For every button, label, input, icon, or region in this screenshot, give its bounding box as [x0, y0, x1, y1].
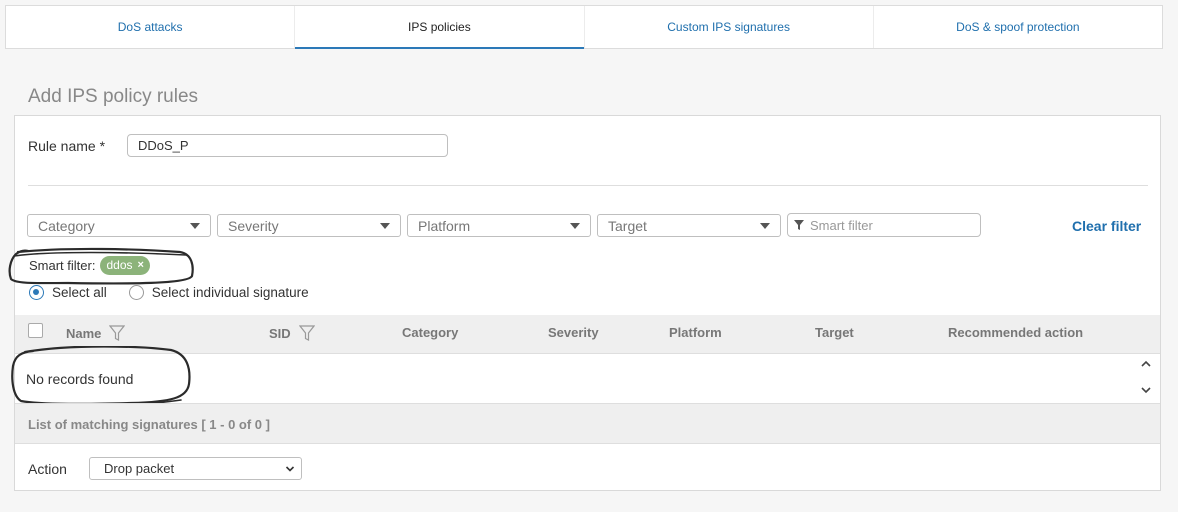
column-sid-label: SID: [269, 325, 291, 341]
column-filter-icon[interactable]: [298, 325, 315, 341]
selection-mode-group: Select all Select individual signature: [29, 285, 309, 300]
column-platform: Platform: [669, 325, 722, 340]
tab-dos-spoof-protection[interactable]: DoS & spoof protection: [874, 6, 1162, 48]
platform-filter-dropdown[interactable]: Platform: [407, 214, 591, 237]
severity-filter-dropdown[interactable]: Severity: [217, 214, 401, 237]
column-severity-label: Severity: [548, 325, 599, 340]
divider: [28, 185, 1148, 186]
select-all-radio[interactable]: [29, 285, 44, 300]
caret-down-icon: [190, 223, 200, 229]
action-label: Action: [28, 461, 67, 477]
severity-filter-label: Severity: [228, 217, 279, 234]
column-category-label: Category: [402, 325, 459, 340]
chevron-down-icon: [285, 466, 295, 472]
column-target-label: Target: [815, 325, 854, 340]
smart-filter-input[interactable]: Smart filter: [787, 213, 981, 237]
matching-signatures-count: List of matching signatures [ 1 - 0 of 0…: [28, 417, 270, 432]
tab-bar: DoS attacks IPS policies Custom IPS sign…: [5, 5, 1163, 49]
caret-down-icon: [760, 223, 770, 229]
filter-icon: [794, 220, 804, 230]
filter-chip-label: ddos: [106, 258, 133, 272]
category-filter-dropdown[interactable]: Category: [27, 214, 211, 237]
caret-down-icon: [380, 223, 390, 229]
signature-table-header: Name SID Category Severity Platform Targ…: [15, 315, 1160, 354]
column-severity: Severity: [548, 325, 599, 340]
select-individual-radio[interactable]: [128, 285, 144, 300]
filter-chip: ddos ×: [100, 256, 150, 275]
tab-ips-policies[interactable]: IPS policies: [295, 6, 585, 49]
target-filter-label: Target: [608, 217, 647, 234]
column-target: Target: [815, 325, 854, 340]
smart-filter-placeholder: Smart filter: [810, 217, 873, 233]
caret-down-icon: [570, 223, 580, 229]
column-name: Name: [66, 325, 126, 341]
select-all-label: Select all: [52, 285, 107, 300]
column-category: Category: [402, 325, 458, 340]
matching-signatures-footer: List of matching signatures [ 1 - 0 of 0…: [15, 403, 1160, 444]
category-filter-label: Category: [38, 217, 95, 234]
column-sid: SID: [269, 325, 315, 341]
column-filter-icon[interactable]: [109, 325, 126, 341]
rule-name-label: Rule name *: [28, 138, 106, 154]
smart-filter-row: Smart filter: ddos ×: [29, 256, 150, 275]
column-name-label: Name: [66, 325, 102, 341]
column-recommended-action-label: Recommended action: [948, 325, 1084, 340]
scroll-down-icon[interactable]: [1140, 384, 1152, 396]
tab-dos-attacks[interactable]: DoS attacks: [6, 6, 296, 48]
smart-filter-label: Smart filter:: [29, 258, 96, 273]
page-title: Add IPS policy rules: [28, 86, 199, 107]
select-all-checkbox[interactable]: [28, 323, 43, 338]
remove-filter-icon[interactable]: ×: [138, 259, 144, 271]
empty-state-text: No records found: [26, 371, 134, 387]
clear-filter-link[interactable]: Clear filter: [1072, 218, 1141, 234]
tab-custom-ips-signatures[interactable]: Custom IPS signatures: [585, 6, 874, 48]
column-recommended-action: Recommended action: [948, 325, 1083, 340]
action-select[interactable]: Drop packet: [89, 457, 302, 480]
signature-table-body: No records found: [11, 346, 1160, 407]
rule-panel: Rule name * Category Severity Platform T…: [8, 115, 1161, 491]
rule-name-input[interactable]: [127, 134, 448, 157]
scroll-up-icon[interactable]: [1140, 358, 1152, 370]
platform-filter-label: Platform: [418, 217, 471, 234]
action-select-value: Drop packet: [104, 461, 175, 476]
target-filter-dropdown[interactable]: Target: [597, 214, 781, 237]
select-individual-label: Select individual signature: [151, 285, 309, 300]
column-platform-label: Platform: [669, 325, 722, 340]
